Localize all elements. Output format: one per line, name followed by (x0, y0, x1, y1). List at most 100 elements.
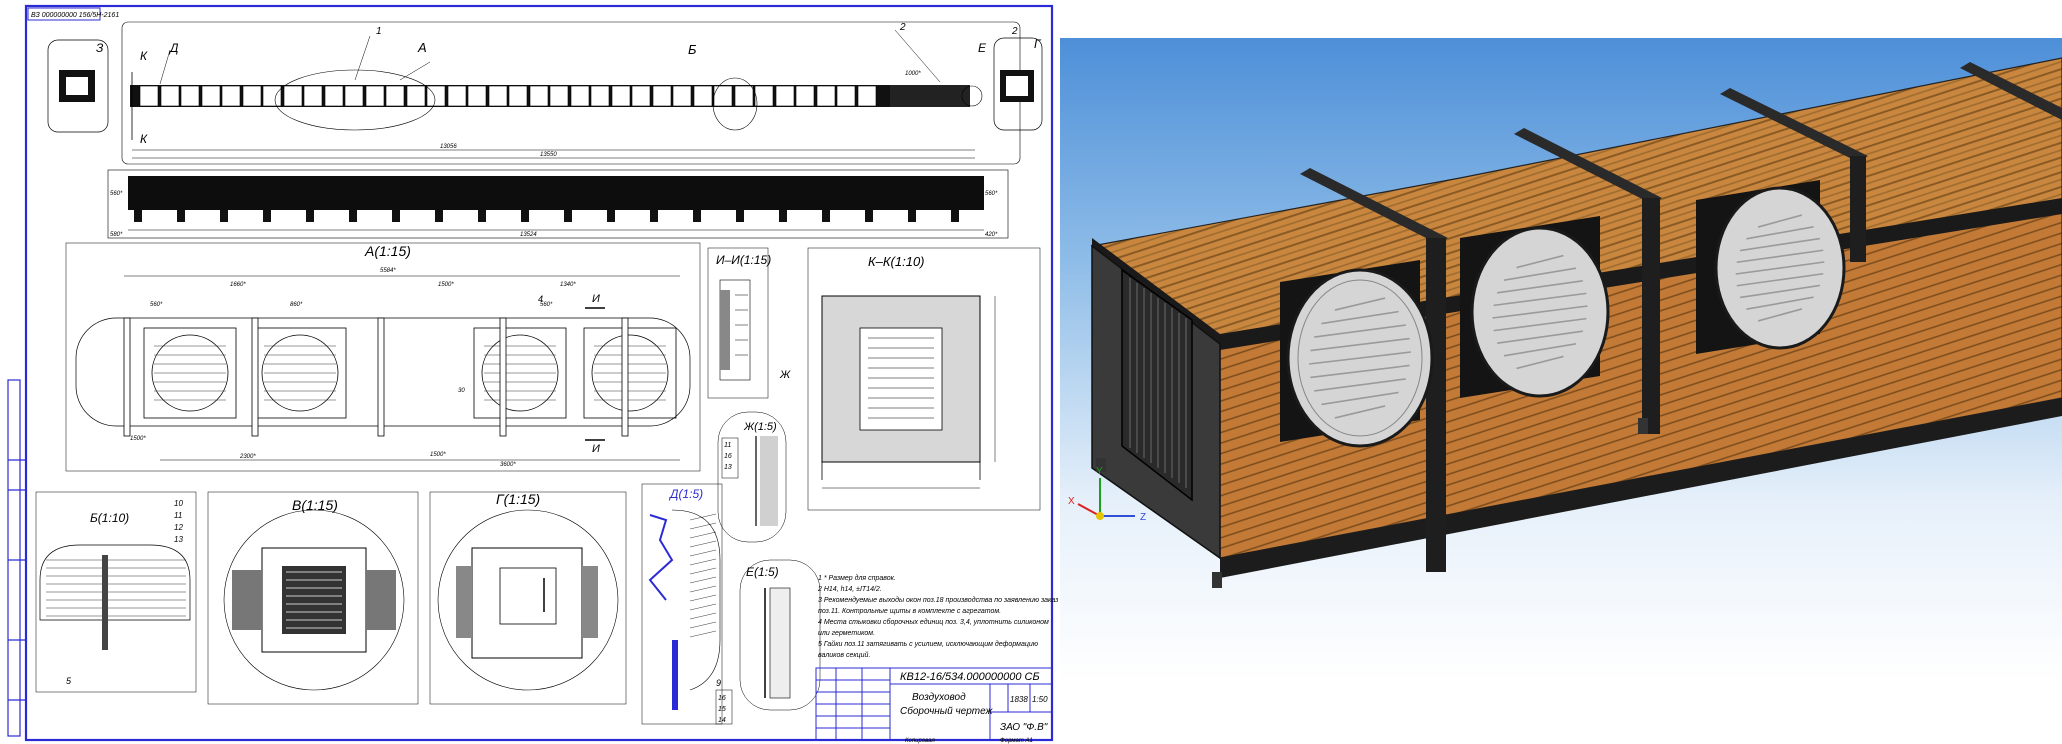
dim-a-3: 1340* (560, 282, 576, 288)
side-elevation-view: 13524 580* 420* 560* 560* (107, 169, 1009, 239)
dim-mid-overall: 13524 (520, 232, 537, 238)
support-leg (650, 210, 658, 222)
dim-a-bot-3: 3600* (500, 462, 516, 468)
axis-y-label: Y (1096, 466, 1103, 477)
detail-d-view: Д(1:5) 9 16 15 14 (641, 483, 733, 725)
d-hatch (689, 630, 717, 638)
fan-unit (139, 85, 159, 107)
label-b: Б (688, 42, 697, 57)
title-designation: КВ12-16/534.000000000 СБ (900, 671, 1040, 683)
support-leg (736, 210, 744, 222)
drawing-sheet: ВЗ 000000000 156/5Н-2161 З 13056 13550 1… (0, 0, 1058, 744)
mark-i2: И (592, 443, 600, 455)
support-leg (220, 210, 228, 222)
fan-unit (344, 85, 364, 107)
note-8: валиков секций. (818, 651, 870, 659)
detail-v-view: В(1:15) (207, 491, 419, 705)
model-3d-viewport[interactable]: Y Z X (1060, 38, 2062, 682)
title-name-2: Сборочный чертеж (900, 705, 994, 717)
dim-mid-h-right: 560* (985, 191, 998, 197)
detail-a-view: А(1:15) 5584* 1660* 1500* 1340* 2300* 15… (65, 242, 701, 472)
section-ii-view: И–И(1:15) Ж (707, 247, 791, 399)
fan-unit (303, 85, 323, 107)
dim-mid-right: 420* (985, 232, 998, 238)
note-7: 5 Гайки поз.11 затягивать с усилием, иск… (818, 640, 1039, 648)
note-1: 1 * Размер для справок. (818, 574, 896, 582)
detail-b-view: Б(1:10) 10 11 12 13 5 (35, 491, 197, 693)
note-6: или герметиком. (818, 630, 875, 637)
support-leg (822, 210, 830, 222)
fan-unit (447, 85, 467, 107)
fan-unit (201, 85, 221, 107)
support-leg (177, 210, 185, 222)
label-a: А (417, 40, 427, 55)
support-leg (951, 210, 959, 222)
support-leg (564, 210, 572, 222)
section-kk-view: К–К(1:10) (807, 247, 1041, 511)
dim-a-1: 1660* (230, 282, 246, 288)
title-copied: Копировал (905, 738, 935, 744)
zh-pos-c: 13 (724, 464, 732, 471)
support-leg (392, 210, 400, 222)
fan-panel-3 (1696, 180, 1846, 354)
detail-a-post (621, 317, 629, 437)
support-leg (349, 210, 357, 222)
fan-unit (508, 85, 528, 107)
fan-unit (283, 85, 303, 107)
pos-11: 11 (174, 511, 182, 520)
pos-9: 9 (716, 678, 721, 688)
fan-unit (385, 85, 405, 107)
note-5: 4 Места стыковки сборочных единиц поз. 3… (818, 618, 1049, 626)
fan-unit (467, 85, 487, 107)
foot-3 (1638, 418, 1648, 434)
note-3: 3 Рекомендуемые выходы окон поз.18 произ… (818, 596, 1058, 604)
pos-5: 5 (66, 676, 72, 686)
d-hatch (689, 585, 717, 593)
corner-stamp: ВЗ 000000000 156/5Н-2161 (31, 12, 119, 19)
label-d: Д (168, 41, 179, 55)
title-sheet: ЗАО "Ф.В" (1000, 722, 1048, 733)
dim-a-overall: 5584* (380, 268, 396, 274)
dim-overall-top: 13550 (540, 152, 557, 158)
support-leg (779, 210, 787, 222)
technical-notes: 1 * Размер для справок. 2 Н14, h14, ±IT1… (817, 574, 1058, 659)
title-format: Формат А1 (1000, 738, 1033, 744)
detail-b-title: Б(1:10) (90, 511, 129, 525)
support-leg (134, 210, 142, 222)
support-leg (607, 210, 615, 222)
pos-14: 14 (718, 717, 726, 724)
fan-unit (672, 85, 692, 107)
fan-unit (180, 85, 200, 107)
title-mass: 1838 (1010, 695, 1028, 704)
fan-unit (631, 85, 651, 107)
pos-12: 12 (174, 523, 183, 532)
label-e: Е (978, 41, 987, 55)
axis-x-label: X (1068, 496, 1075, 507)
note-2: 2 Н14, h14, ±IT14/2. (817, 586, 882, 593)
d-hatch (689, 513, 717, 521)
section-ii-title: И–И(1:15) (716, 253, 771, 267)
pos-16: 16 (718, 695, 726, 702)
fan-panel-1 (1280, 260, 1434, 448)
main-plan-view: 13056 13550 1000* К К Д 1 А Б 2 Е (121, 21, 1021, 165)
section-kk-title: К–К(1:10) (868, 254, 925, 269)
dim-mid-h-left: 560* (110, 191, 123, 197)
fan-unit (611, 85, 631, 107)
dim-mid-left: 580* (110, 232, 123, 238)
leader-2: 2 (899, 22, 906, 33)
detail-v-title: В(1:15) (292, 497, 338, 513)
detail-zh-title: Ж(1:5) (743, 421, 777, 433)
foot-2 (1212, 572, 1222, 588)
end-view-z: З (47, 39, 109, 133)
title-name-1: Воздуховод (912, 692, 966, 703)
fan-unit (590, 85, 610, 107)
support-leg (521, 210, 529, 222)
fan-unit (529, 85, 549, 107)
dim-right-top: 1000* (905, 71, 921, 77)
d-hatch (689, 621, 717, 629)
dim-a-bot-2: 1500* (430, 452, 446, 458)
zh-pos-a: 11 (724, 442, 731, 449)
leader-1: 1 (376, 26, 382, 37)
support-leg (478, 210, 486, 222)
fan-unit (570, 85, 590, 107)
